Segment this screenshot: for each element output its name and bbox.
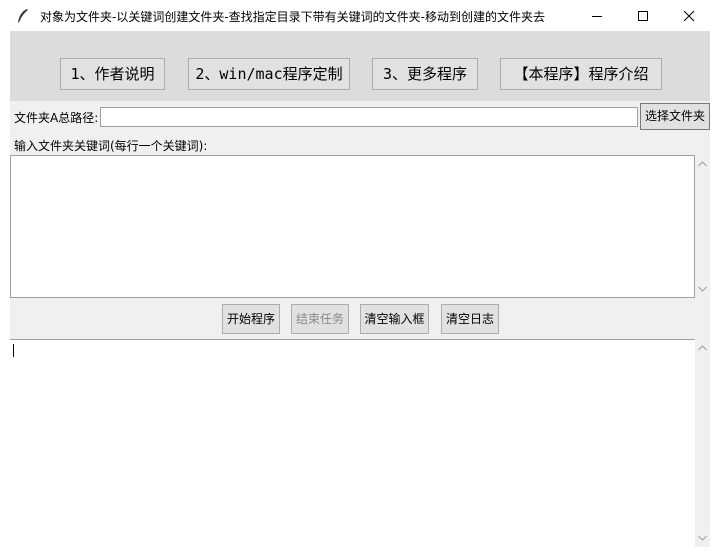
start-button[interactable]: 开始程序: [222, 304, 280, 334]
more-programs-button[interactable]: 3、更多程序: [372, 58, 478, 90]
path-row: 文件夹A总路径: 选择文件夹: [10, 101, 710, 130]
stop-button[interactable]: 结束任务: [291, 304, 349, 334]
text-cursor: [13, 344, 14, 357]
minimize-button[interactable]: [574, 0, 620, 31]
scroll-down-icon[interactable]: [698, 535, 707, 541]
path-label: 文件夹A总路径:: [14, 111, 99, 125]
keywords-scrollbar[interactable]: [695, 155, 710, 298]
author-info-button[interactable]: 1、作者说明: [60, 58, 165, 90]
main-panel: 1、作者说明 2、win/mac程序定制 3、更多程序 【本程序】程序介绍 文件…: [10, 31, 710, 547]
action-button-row: 开始程序 结束任务 清空输入框 清空日志: [10, 298, 710, 339]
log-scrollbar[interactable]: [695, 339, 710, 547]
maximize-icon: [638, 11, 648, 21]
maximize-button[interactable]: [620, 0, 666, 31]
feather-icon: [16, 8, 30, 24]
close-button[interactable]: [666, 0, 712, 31]
close-icon: [683, 10, 695, 22]
path-input[interactable]: [100, 107, 638, 127]
keywords-textarea[interactable]: [10, 155, 695, 298]
scroll-up-icon[interactable]: [698, 345, 707, 351]
title-bar: 对象为文件夹-以关键词创建文件夹-查找指定目录下带有关键词的文件夹-移动到创建的…: [0, 0, 720, 31]
top-button-bar: 1、作者说明 2、win/mac程序定制 3、更多程序 【本程序】程序介绍: [10, 31, 710, 101]
program-intro-button[interactable]: 【本程序】程序介绍: [500, 58, 662, 90]
custom-program-button[interactable]: 2、win/mac程序定制: [188, 58, 350, 90]
scroll-down-icon[interactable]: [698, 286, 707, 292]
clear-input-button[interactable]: 清空输入框: [360, 304, 429, 334]
clear-log-button[interactable]: 清空日志: [441, 304, 499, 334]
choose-folder-button[interactable]: 选择文件夹: [640, 103, 710, 130]
scroll-up-icon[interactable]: [698, 161, 707, 167]
window-title: 对象为文件夹-以关键词创建文件夹-查找指定目录下带有关键词的文件夹-移动到创建的…: [40, 10, 545, 24]
keywords-label: 输入文件夹关键词(每行一个关键词):: [14, 139, 208, 153]
log-textarea[interactable]: [10, 339, 695, 547]
minimize-icon: [592, 16, 602, 17]
